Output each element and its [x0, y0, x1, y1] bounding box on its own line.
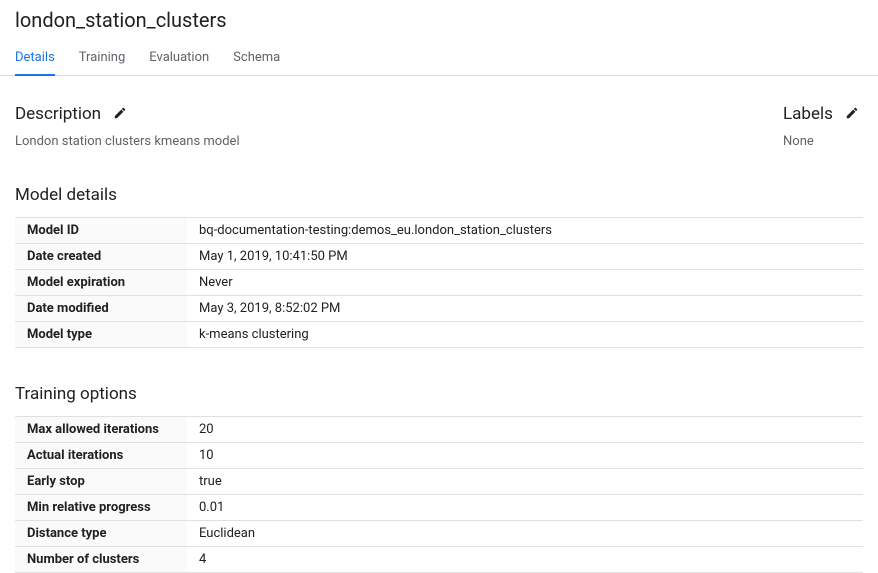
table-value: 0.01 [187, 495, 863, 521]
tab-evaluation[interactable]: Evaluation [149, 42, 209, 75]
table-key: Model ID [15, 218, 187, 244]
training-options-table: Max allowed iterations20Actual iteration… [15, 416, 863, 573]
table-value: Euclidean [187, 521, 863, 547]
table-key: Max allowed iterations [15, 417, 187, 443]
table-key: Date created [15, 244, 187, 270]
table-row: Max allowed iterations20 [15, 417, 863, 443]
description-section: Description London station clusters kmea… [15, 104, 240, 149]
table-row: Model expirationNever [15, 270, 863, 296]
table-key: Number of clusters [15, 547, 187, 573]
table-value: May 3, 2019, 8:52:02 PM [187, 296, 863, 322]
description-heading: Description [15, 104, 101, 124]
labels-value: None [783, 134, 863, 149]
table-key: Distance type [15, 521, 187, 547]
table-key: Model type [15, 322, 187, 348]
table-key: Actual iterations [15, 443, 187, 469]
tab-schema[interactable]: Schema [233, 42, 280, 75]
table-row: Actual iterations10 [15, 443, 863, 469]
table-row: Min relative progress0.01 [15, 495, 863, 521]
table-value: Never [187, 270, 863, 296]
table-row: Number of clusters4 [15, 547, 863, 573]
table-value: k-means clustering [187, 322, 863, 348]
table-row: Model IDbq-documentation-testing:demos_e… [15, 218, 863, 244]
table-key: Min relative progress [15, 495, 187, 521]
table-value: 20 [187, 417, 863, 443]
edit-description-icon[interactable] [113, 105, 127, 124]
tab-training[interactable]: Training [79, 42, 125, 75]
training-options-heading: Training options [15, 384, 863, 404]
table-row: Date createdMay 1, 2019, 10:41:50 PM [15, 244, 863, 270]
table-value: true [187, 469, 863, 495]
table-value: bq-documentation-testing:demos_eu.london… [187, 218, 863, 244]
table-key: Model expiration [15, 270, 187, 296]
table-row: Date modifiedMay 3, 2019, 8:52:02 PM [15, 296, 863, 322]
tabs-bar: Details Training Evaluation Schema [0, 42, 878, 76]
table-row: Model typek-means clustering [15, 322, 863, 348]
labels-heading: Labels [783, 104, 833, 124]
description-text: London station clusters kmeans model [15, 134, 240, 149]
edit-labels-icon[interactable] [845, 105, 859, 124]
tab-details[interactable]: Details [15, 42, 55, 75]
table-value: 10 [187, 443, 863, 469]
page-title: london_station_clusters [0, 0, 878, 42]
table-key: Early stop [15, 469, 187, 495]
table-row: Distance typeEuclidean [15, 521, 863, 547]
table-key: Date modified [15, 296, 187, 322]
table-row: Early stoptrue [15, 469, 863, 495]
model-details-table: Model IDbq-documentation-testing:demos_e… [15, 217, 863, 348]
labels-section: Labels None [783, 104, 863, 149]
table-value: May 1, 2019, 10:41:50 PM [187, 244, 863, 270]
model-details-heading: Model details [15, 185, 863, 205]
table-value: 4 [187, 547, 863, 573]
